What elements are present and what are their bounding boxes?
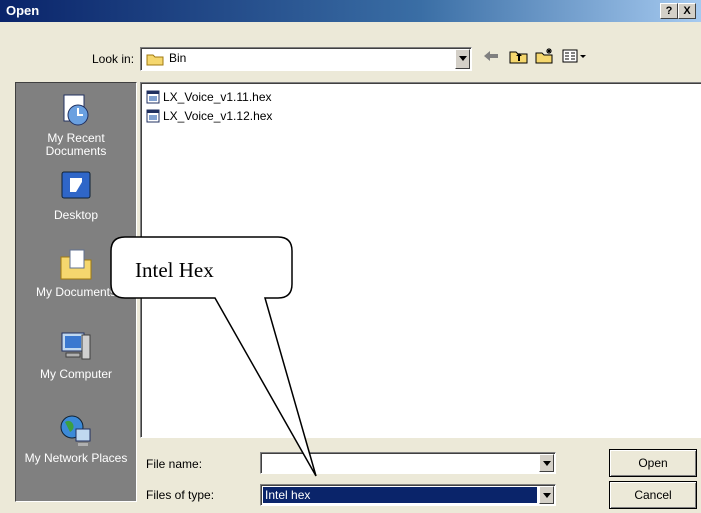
callout-text: Intel Hex <box>135 258 214 282</box>
open-dialog: Open ? X Look in: Bin My Recent Document… <box>0 0 701 513</box>
callout-shape <box>110 236 317 477</box>
